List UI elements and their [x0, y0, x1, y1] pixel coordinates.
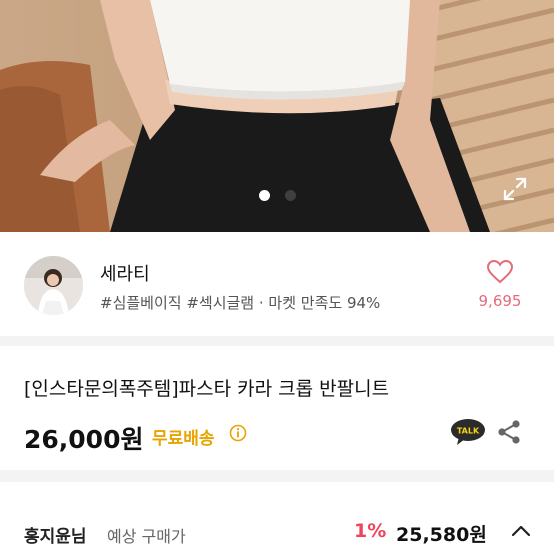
- expand-icon[interactable]: [502, 176, 528, 202]
- carousel-dot[interactable]: [285, 190, 296, 201]
- like-count: 9,695: [478, 292, 522, 310]
- expected-price-label: 예상 구매가: [107, 527, 186, 546]
- carousel-dot-active[interactable]: [259, 190, 270, 201]
- share-icon[interactable]: [496, 419, 522, 445]
- product-price: 26,000원: [24, 425, 144, 454]
- expected-price: 25,580원: [396, 524, 487, 546]
- seller-name[interactable]: 세라티: [100, 260, 150, 286]
- section-divider: [0, 470, 554, 482]
- talk-label: TALK: [457, 427, 480, 436]
- product-title: [인스타문의폭주템]파스타 카라 크롭 반팔니트: [24, 378, 390, 400]
- seller-avatar[interactable]: [24, 256, 83, 315]
- like-button[interactable]: 9,695: [470, 259, 530, 310]
- discount-rate: 1%: [354, 520, 387, 542]
- seller-tags: #심플베이직 #섹시글램 · 마켓 만족도 94%: [100, 294, 381, 312]
- section-divider: [0, 336, 554, 346]
- seller-info[interactable]: 세라티 #심플베이직 #섹시글램 · 마켓 만족도 94% 9,695: [0, 232, 554, 336]
- shipping-badge: 무료배송: [152, 429, 215, 449]
- info-icon[interactable]: [229, 424, 247, 442]
- chevron-up-icon[interactable]: [510, 522, 532, 540]
- carousel-dots: [0, 190, 554, 204]
- product-image-carousel[interactable]: [0, 0, 554, 232]
- heart-icon[interactable]: [486, 259, 514, 284]
- buyer-name: 홍지윤님: [24, 527, 87, 547]
- expected-price-bar[interactable]: 홍지윤님 예상 구매가 1% 25,580원: [0, 504, 554, 554]
- talk-icon[interactable]: TALK: [450, 418, 486, 446]
